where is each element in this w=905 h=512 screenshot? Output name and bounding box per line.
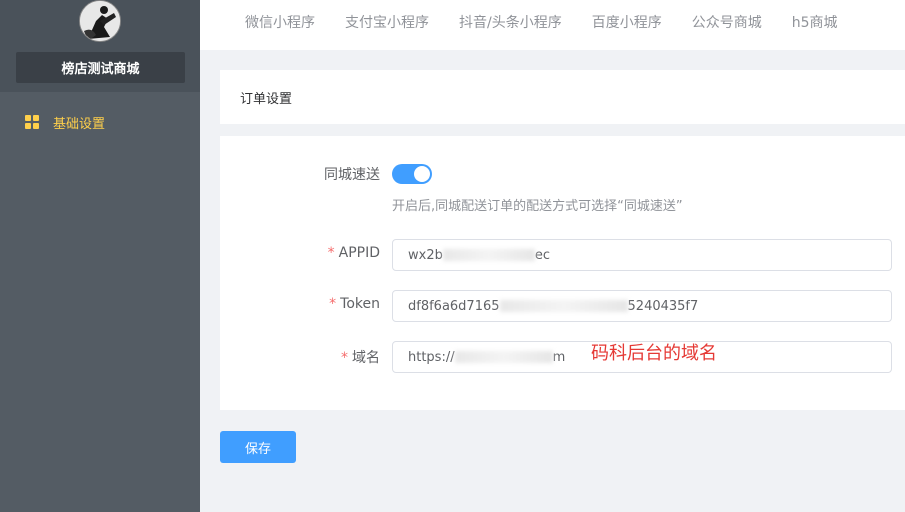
domain-annotation: 码科后台的域名 bbox=[591, 343, 717, 364]
sidebar-item-basic-settings[interactable]: 基础设置 bbox=[0, 104, 200, 140]
grid-icon bbox=[25, 115, 39, 129]
same-city-hint: 开启后,同城配送订单的配送方式可选择“同城速送” bbox=[392, 199, 683, 214]
appid-label: * APPID bbox=[327, 245, 380, 261]
same-city-toggle[interactable] bbox=[392, 164, 432, 184]
shop-name: 榜店测试商城 bbox=[16, 52, 185, 83]
save-button[interactable]: 保存 bbox=[220, 431, 296, 463]
token-label: * Token bbox=[329, 296, 380, 312]
sidebar-item-label: 基础设置 bbox=[53, 116, 106, 132]
required-mark: * bbox=[329, 296, 337, 312]
toggle-knob bbox=[414, 166, 430, 182]
sidebar-header: 榜店测试商城 bbox=[0, 0, 200, 92]
avatar-image bbox=[80, 1, 120, 41]
tab-douyin-miniprogram[interactable]: 抖音/头条小程序 bbox=[459, 0, 562, 32]
tab-official-account-mall[interactable]: 公众号商城 bbox=[692, 0, 762, 32]
sidebar: 榜店测试商城 基础设置 bbox=[0, 0, 200, 512]
token-input[interactable]: df8f6a6d7165 5240435f7 bbox=[392, 290, 892, 322]
tab-wechat-miniprogram[interactable]: 微信小程序 bbox=[245, 0, 315, 32]
tab-h5-mall[interactable]: h5商城 bbox=[792, 0, 838, 32]
same-city-label: 同城速送 bbox=[324, 167, 380, 183]
domain-label: * 域名 bbox=[341, 350, 380, 366]
avatar[interactable] bbox=[79, 0, 121, 42]
settings-form: 同城速送 开启后,同城配送订单的配送方式可选择“同城速送” * APPID wx2… bbox=[220, 136, 905, 410]
required-mark: * bbox=[341, 350, 348, 366]
tab-alipay-miniprogram[interactable]: 支付宝小程序 bbox=[345, 0, 429, 32]
top-navigation: 微信小程序 支付宝小程序 抖音/头条小程序 百度小程序 公众号商城 h5商城 bbox=[200, 0, 905, 50]
tab-baidu-miniprogram[interactable]: 百度小程序 bbox=[592, 0, 662, 32]
required-mark: * bbox=[327, 245, 335, 261]
card-title: 订单设置 bbox=[220, 70, 905, 124]
appid-input[interactable]: wx2b ec bbox=[392, 239, 892, 271]
